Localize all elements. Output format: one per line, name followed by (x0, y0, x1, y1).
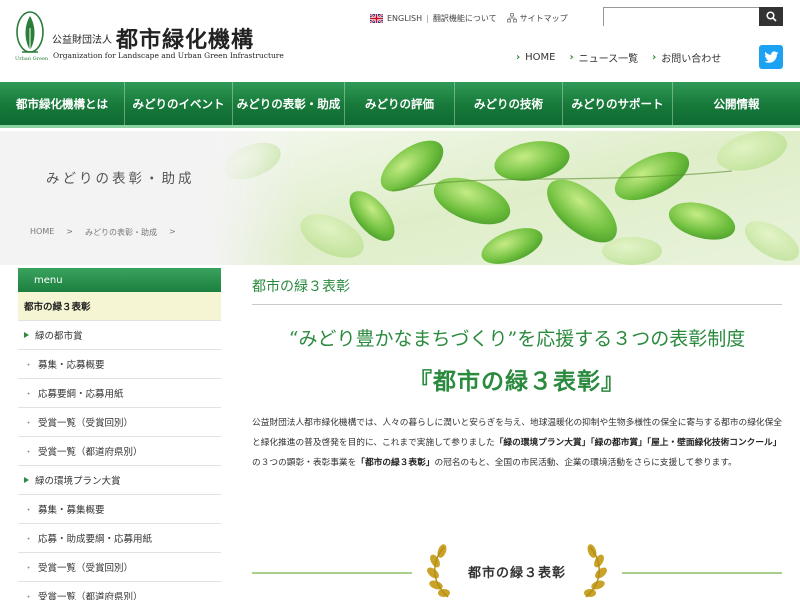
sidebar-menu: menu 都市の緑３表彰 緑の都市賞 ・ 募集・応募概要 ・ 応募要綱・応募用紙… (18, 268, 221, 600)
quick-link-label: お問い合わせ (661, 54, 722, 65)
intro-text-bold: 「都市の緑３表彰」 (356, 458, 435, 468)
util-separator: | (426, 13, 429, 23)
nav-item-support[interactable]: みどりのサポート (563, 82, 673, 125)
sidebar-item-label: 応募・助成要綱・応募用紙 (38, 534, 153, 545)
translation-link[interactable]: 翻訳機能について (433, 13, 497, 24)
award-label: 都市の緑３表彰 (467, 566, 566, 581)
org-name[interactable]: 都市緑化機構 (116, 22, 254, 54)
sidebar-item-plan-guidelines[interactable]: ・ 応募・助成要綱・応募用紙 (18, 524, 221, 553)
intro-text: の冠名のもと、全国の市民活動、企業の環境活動をさらに支援して参ります。 (434, 458, 737, 468)
quick-links: › HOME › ニュース一覧 › お問い合わせ (516, 50, 735, 65)
bullet-icon: ・ (24, 563, 34, 574)
sidebar-item-green-city-award[interactable]: 緑の都市賞 (18, 321, 221, 350)
divider-line (622, 572, 782, 574)
breadcrumb: HOME > みどりの表彰・助成 > (30, 227, 188, 238)
uk-flag-icon (370, 13, 383, 23)
quick-link-contact[interactable]: › お問い合わせ (652, 50, 721, 65)
bullet-icon: ・ (24, 534, 34, 545)
utility-links: ENGLISH | 翻訳機能について サイトマップ (370, 11, 568, 25)
sidebar-item-recruit-overview[interactable]: ・ 募集・応募概要 (18, 350, 221, 379)
sidebar-item-label: 受賞一覧（受賞回別） (38, 418, 134, 429)
triangle-right-icon (24, 332, 29, 338)
logo-small-text: Urban Green (15, 56, 49, 62)
section-title: 都市の緑３表彰 (252, 268, 782, 305)
site-header: Urban Green 公益財団法人 都市緑化機構 Organization f… (0, 0, 800, 82)
page-title: みどりの表彰・助成 (46, 171, 195, 187)
menu-heading: menu (18, 268, 221, 292)
lead-heading: “みどり豊かなまちづくり”を応援する３つの表彰制度 (288, 328, 746, 350)
sidebar-item-plan-winners-by-round[interactable]: ・ 受賞一覧（受賞回別） (18, 553, 221, 582)
logo-emblem[interactable] (14, 8, 46, 60)
sidebar-item-label: 受賞一覧（受賞回別） (38, 563, 134, 574)
sidebar-item-label: 緑の環境プラン大賞 (35, 476, 121, 487)
search-input[interactable] (604, 12, 760, 30)
sidebar-item-plan-recruit-overview[interactable]: ・ 募集・募集概要 (18, 495, 221, 524)
bullet-icon: ・ (24, 505, 34, 516)
nav-item-about[interactable]: 都市緑化機構とは (0, 82, 125, 125)
chevron-right-icon: › (652, 52, 657, 63)
sidebar-item-three-awards[interactable]: 都市の緑３表彰 (18, 292, 221, 321)
nav-item-evaluation[interactable]: みどりの評価 (345, 82, 455, 125)
nav-item-technology[interactable]: みどりの技術 (455, 82, 563, 125)
sidebar-item-label: 都市の緑３表彰 (24, 302, 91, 313)
sidebar-item-winners-by-round[interactable]: ・ 受賞一覧（受賞回別） (18, 408, 221, 437)
breadcrumb-current[interactable]: みどりの表彰・助成 (85, 227, 157, 238)
sidebar-item-label: 受賞一覧（都道府県別） (38, 592, 143, 600)
hero-banner: みどりの表彰・助成 HOME > みどりの表彰・助成 > (0, 131, 800, 265)
sidebar-item-label: 募集・応募概要 (38, 360, 105, 371)
sidebar-item-label: 募集・募集概要 (38, 505, 105, 516)
nav-item-events[interactable]: みどりのイベント (125, 82, 233, 125)
sidebar-item-label: 受賞一覧（都道府県別） (38, 447, 143, 458)
breadcrumb-separator: > (168, 227, 176, 236)
sitemap-icon (506, 13, 517, 23)
lead-title: 『都市の緑３表彰』 (409, 368, 625, 395)
divider-line (252, 572, 412, 574)
quick-link-label: ニュース一覧 (578, 54, 639, 65)
chevron-right-icon: › (516, 52, 521, 63)
breadcrumb-home[interactable]: HOME (30, 227, 54, 238)
bullet-icon: ・ (24, 592, 34, 600)
quick-link-label: HOME (525, 52, 556, 63)
quick-link-home[interactable]: › HOME (516, 50, 555, 65)
laurel-icon (584, 544, 607, 598)
sitemap-link[interactable]: サイトマップ (520, 13, 568, 24)
award-banner: 都市の緑３表彰 (252, 543, 782, 600)
search-button[interactable] (759, 7, 783, 26)
global-nav: 都市緑化機構とは みどりのイベント みどりの表彰・助成 みどりの評価 みどりの技… (0, 82, 800, 128)
sidebar-item-environment-plan-award[interactable]: 緑の環境プラン大賞 (18, 466, 221, 495)
leaves-image (212, 131, 800, 265)
nav-item-disclosure[interactable]: 公開情報 (673, 82, 800, 125)
twitter-icon (763, 50, 778, 63)
sidebar-item-plan-winners-by-prefecture[interactable]: ・ 受賞一覧（都道府県別） (18, 582, 221, 600)
bullet-icon: ・ (24, 418, 34, 429)
sidebar-item-winners-by-prefecture[interactable]: ・ 受賞一覧（都道府県別） (18, 437, 221, 466)
english-link[interactable]: ENGLISH (387, 14, 422, 23)
bullet-icon: ・ (24, 360, 34, 371)
search-icon (765, 11, 777, 22)
sidebar-item-guidelines[interactable]: ・ 応募要綱・応募用紙 (18, 379, 221, 408)
intro-text-bold: 「緑の環境プラン大賞」「緑の都市賞」「屋上・壁面緑化技術コンクール」 (494, 438, 782, 448)
org-kind: 公益財団法人 (52, 35, 112, 46)
bullet-icon: ・ (24, 389, 34, 400)
breadcrumb-separator: > (66, 227, 73, 236)
triangle-right-icon (24, 477, 29, 483)
sidebar-item-label: 緑の都市賞 (35, 331, 83, 342)
bullet-icon: ・ (24, 447, 34, 458)
laurel-icon (427, 544, 450, 598)
chevron-right-icon: › (569, 52, 574, 63)
main-content: 都市の緑３表彰 “みどり豊かなまちづくり”を応援する３つの表彰制度 『都市の緑３… (252, 268, 782, 598)
org-name-en: Organization for Landscape and Urban Gre… (53, 51, 284, 60)
twitter-button[interactable] (759, 45, 783, 69)
intro-text: の３つの顕彰・表彰事業を (252, 458, 357, 468)
nav-item-awards[interactable]: みどりの表彰・助成 (233, 82, 345, 125)
sidebar-item-label: 応募要綱・応募用紙 (38, 389, 124, 400)
search-box (603, 7, 783, 30)
quick-link-news[interactable]: › ニュース一覧 (569, 50, 638, 65)
intro-paragraph: 公益財団法人都市緑化機構では、人々の暮らしに潤いと安らぎを与え、地球温暖化の抑制… (252, 413, 782, 473)
